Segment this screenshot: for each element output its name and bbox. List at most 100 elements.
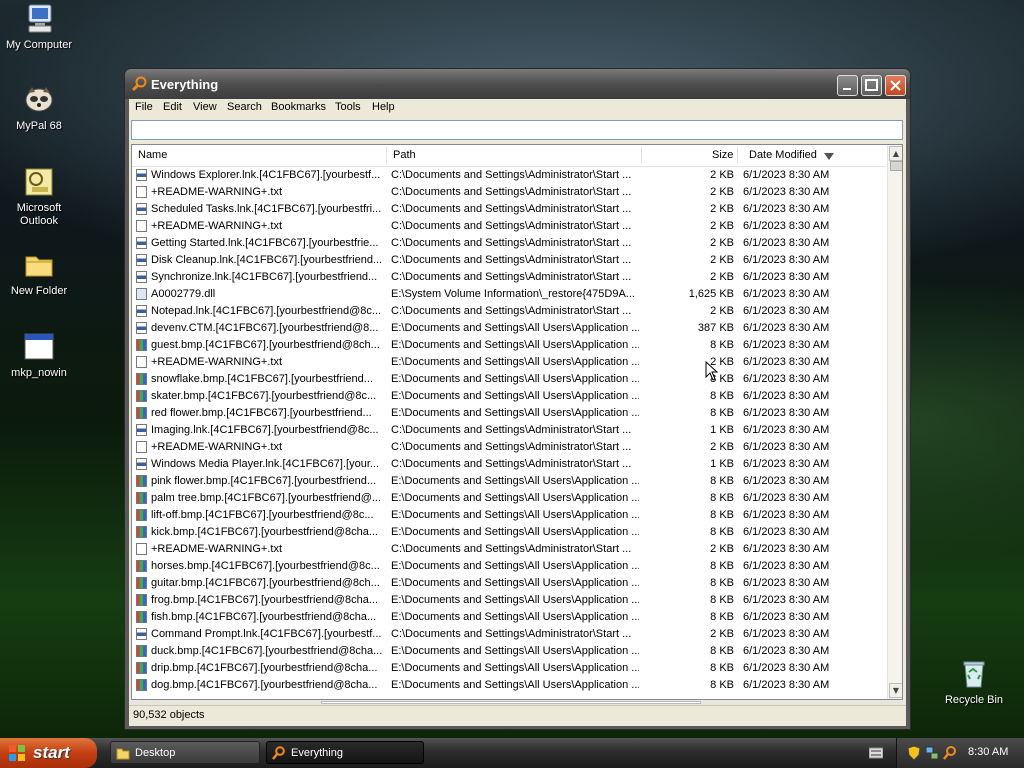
- file-size-cell: 8 KB: [710, 339, 734, 351]
- table-row[interactable]: horses.bmp.[4C1FBC67].[yourbestfriend@8c…: [132, 558, 886, 575]
- shortcut-file-icon: [136, 203, 147, 215]
- date-modified-cell: 6/1/2023 8:30 AM: [743, 424, 830, 436]
- close-button[interactable]: [885, 75, 906, 96]
- table-row[interactable]: Synchronize.lnk.[4C1FBC67].[yourbestfrie…: [132, 269, 886, 286]
- file-path-cell: C:\Documents and Settings\Administrator\…: [391, 254, 632, 266]
- desktop-icon-recycle-bin[interactable]: Recycle Bin: [935, 658, 1013, 707]
- table-row[interactable]: kick.bmp.[4C1FBC67].[yourbestfriend@8cha…: [132, 524, 886, 541]
- file-size-cell: 8 KB: [710, 611, 734, 623]
- file-path-cell: E:\Documents and Settings\All Users\Appl…: [391, 407, 639, 419]
- text-file-icon: [136, 356, 147, 368]
- table-row[interactable]: Command Prompt.lnk.[4C1FBC67].[yourbestf…: [132, 626, 886, 643]
- window-app-icon: [23, 331, 55, 363]
- network-icon[interactable]: [925, 745, 939, 764]
- search-input[interactable]: [131, 120, 903, 140]
- column-date-modified[interactable]: Date Modified: [749, 149, 817, 161]
- file-path-cell: E:\System Volume Information\_restore{47…: [391, 288, 635, 300]
- maximize-button[interactable]: [861, 75, 882, 96]
- table-row[interactable]: +README-WARNING+.txt C:\Documents and Set…: [132, 541, 886, 558]
- table-row[interactable]: Windows Explorer.lnk.[4C1FBC67].[yourbes…: [132, 167, 886, 184]
- column-name[interactable]: Name: [138, 149, 167, 161]
- column-path[interactable]: Path: [393, 149, 416, 161]
- table-row[interactable]: snowflake.bmp.[4C1FBC67].[yourbestfriend…: [132, 371, 886, 388]
- menu-bar: File Edit View Search Bookmarks Tools He…: [129, 99, 906, 118]
- menu-tools[interactable]: Tools: [335, 101, 361, 113]
- title-bar[interactable]: Everything: [125, 69, 910, 99]
- horizontal-scroll-thumb[interactable]: [321, 701, 701, 704]
- table-row[interactable]: +README-WARNING+.txt E:\Documents and Set…: [132, 354, 886, 371]
- text-file-icon: [136, 186, 147, 198]
- date-modified-cell: 6/1/2023 8:30 AM: [743, 339, 830, 351]
- vertical-scrollbar[interactable]: ▲ ▼: [887, 145, 902, 699]
- keyboard-icon[interactable]: [868, 747, 884, 762]
- table-row[interactable]: frog.bmp.[4C1FBC67].[yourbestfriend@8cha…: [132, 592, 886, 609]
- taskbar-button-desktop[interactable]: Desktop: [110, 741, 260, 764]
- file-path-cell: E:\Documents and Settings\All Users\Appl…: [391, 679, 639, 691]
- table-row[interactable]: Notepad.lnk.[4C1FBC67].[yourbestfriend@8…: [132, 303, 886, 320]
- table-row[interactable]: Scheduled Tasks.lnk.[4C1FBC67].[yourbest…: [132, 201, 886, 218]
- minimize-button[interactable]: [837, 75, 858, 96]
- table-row[interactable]: Windows Media Player.lnk.[4C1FBC67].[you…: [132, 456, 886, 473]
- security-shield-icon[interactable]: [907, 745, 921, 764]
- desktop-icon-outlook[interactable]: Microsoft Outlook: [0, 166, 78, 228]
- bitmap-file-icon: [136, 390, 147, 402]
- results-rows: Windows Explorer.lnk.[4C1FBC67].[yourbes…: [132, 167, 886, 694]
- taskbar-button-everything[interactable]: Everything: [266, 741, 424, 764]
- table-row[interactable]: Disk Cleanup.lnk.[4C1FBC67].[yourbestfri…: [132, 252, 886, 269]
- table-row[interactable]: +README-WARNING+.txt C:\Documents and Set…: [132, 184, 886, 201]
- table-row[interactable]: palm tree.bmp.[4C1FBC67].[yourbestfriend…: [132, 490, 886, 507]
- desktop-icon-mypal[interactable]: MyPal 68: [0, 84, 78, 133]
- desktop-icon-my-computer[interactable]: My Computer: [0, 3, 78, 52]
- desktop-icon-label: My Computer: [5, 39, 73, 51]
- menu-edit[interactable]: Edit: [163, 101, 182, 113]
- table-row[interactable]: fish.bmp.[4C1FBC67].[yourbestfriend@8cha…: [132, 609, 886, 626]
- table-row[interactable]: red flower.bmp.[4C1FBC67].[yourbestfrien…: [132, 405, 886, 422]
- file-path-cell: C:\Documents and Settings\Administrator\…: [391, 628, 632, 640]
- table-row[interactable]: Imaging.lnk.[4C1FBC67].[yourbestfriend@8…: [132, 422, 886, 439]
- menu-search[interactable]: Search: [227, 101, 262, 113]
- table-row[interactable]: Getting Started.lnk.[4C1FBC67].[yourbest…: [132, 235, 886, 252]
- table-row[interactable]: pink flower.bmp.[4C1FBC67].[yourbestfrie…: [132, 473, 886, 490]
- menu-help[interactable]: Help: [372, 101, 395, 113]
- scroll-up-button[interactable]: ▲: [889, 146, 902, 161]
- table-row[interactable]: +README-WARNING+.txt C:\Documents and Set…: [132, 218, 886, 235]
- table-row[interactable]: +README-WARNING+.txt C:\Documents and Set…: [132, 439, 886, 456]
- table-row[interactable]: lift-off.bmp.[4C1FBC67].[yourbestfriend@…: [132, 507, 886, 524]
- desktop-icon-label: mkp_nowin: [11, 367, 67, 379]
- column-size[interactable]: Size: [712, 149, 733, 161]
- maximize-icon: [865, 79, 878, 91]
- file-size-cell: 8 KB: [710, 390, 734, 402]
- menu-file[interactable]: File: [135, 101, 153, 113]
- menu-view[interactable]: View: [193, 101, 217, 113]
- column-divider[interactable]: [386, 147, 387, 164]
- date-modified-cell: 6/1/2023 8:30 AM: [743, 390, 830, 402]
- desktop-icon-mkp-nowin[interactable]: mkp_nowin: [0, 331, 78, 380]
- table-row[interactable]: A0002779.dll E:\System Volume Information…: [132, 286, 886, 303]
- file-name-cell: duck.bmp.[4C1FBC67].[yourbestfriend@8cha…: [151, 645, 383, 657]
- magnifier-icon[interactable]: [943, 745, 957, 764]
- window-title: Everything: [151, 77, 219, 92]
- scroll-down-button[interactable]: ▼: [889, 683, 902, 698]
- date-modified-cell: 6/1/2023 8:30 AM: [743, 577, 830, 589]
- column-divider[interactable]: [737, 147, 738, 164]
- file-name-cell: +README-WARNING+.txt: [151, 186, 282, 198]
- table-row[interactable]: drip.bmp.[4C1FBC67].[yourbestfriend@8cha…: [132, 660, 886, 677]
- column-divider[interactable]: [641, 147, 642, 164]
- table-row[interactable]: guest.bmp.[4C1FBC67].[yourbestfriend@8ch…: [132, 337, 886, 354]
- clock[interactable]: 8:30 AM: [968, 746, 1008, 758]
- shortcut-file-icon: [136, 305, 147, 317]
- desktop-icon-new-folder[interactable]: New Folder: [0, 249, 78, 298]
- table-row[interactable]: guitar.bmp.[4C1FBC67].[yourbestfriend@8c…: [132, 575, 886, 592]
- file-size-cell: 2 KB: [710, 543, 734, 555]
- table-row[interactable]: devenv.CTM.[4C1FBC67].[yourbestfriend@8.…: [132, 320, 886, 337]
- start-button[interactable]: start: [0, 738, 97, 768]
- menu-bookmarks[interactable]: Bookmarks: [271, 101, 326, 113]
- date-modified-cell: 6/1/2023 8:30 AM: [743, 594, 830, 606]
- table-row[interactable]: skater.bmp.[4C1FBC67].[yourbestfriend@8c…: [132, 388, 886, 405]
- table-row[interactable]: duck.bmp.[4C1FBC67].[yourbestfriend@8cha…: [132, 643, 886, 660]
- file-size-cell: 2 KB: [710, 271, 734, 283]
- scroll-thumb[interactable]: [890, 161, 902, 171]
- desktop: My Computer MyPal 68 Microsoft Outlook N…: [0, 0, 1024, 738]
- table-row[interactable]: dog.bmp.[4C1FBC67].[yourbestfriend@8cha.…: [132, 677, 886, 694]
- date-modified-cell: 6/1/2023 8:30 AM: [743, 288, 830, 300]
